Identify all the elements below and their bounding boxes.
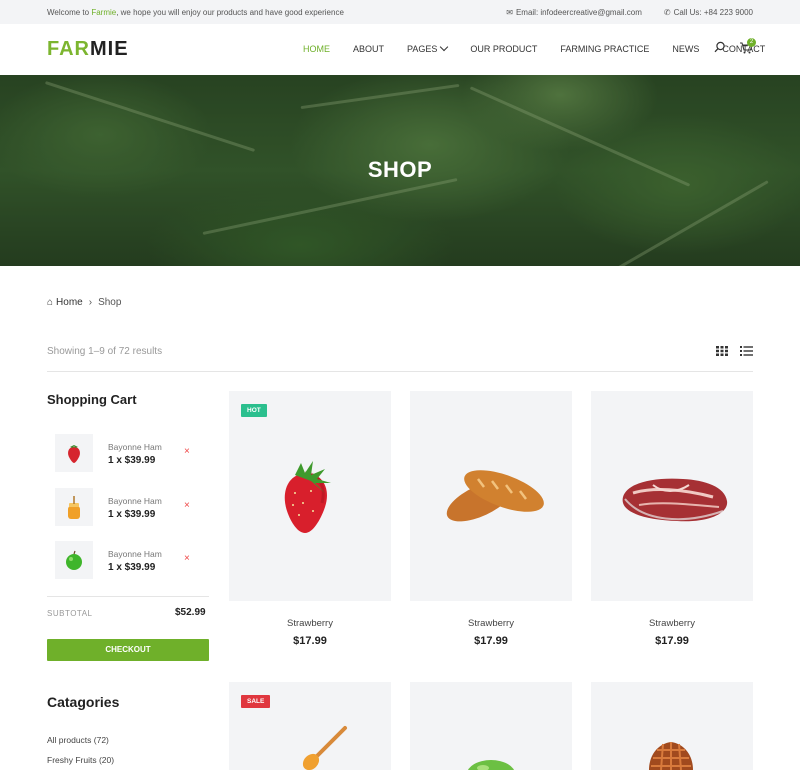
cart-item: Bayonne Ham 1 x $39.99 × bbox=[47, 541, 207, 581]
category-item[interactable]: Freshy Fruits (20) bbox=[47, 755, 114, 765]
breadcrumb-home[interactable]: Home bbox=[56, 297, 83, 308]
phone-icon: ✆ bbox=[663, 8, 671, 17]
product-price: $17.99 bbox=[293, 635, 327, 647]
nav-farming-practice[interactable]: FARMING PRACTICE bbox=[560, 44, 649, 54]
welcome-message: Welcome to Farmie, we hope you will enjo… bbox=[47, 8, 344, 17]
strawberry-icon bbox=[68, 445, 80, 463]
chevron-down-icon bbox=[440, 42, 449, 52]
grid-view-icon[interactable] bbox=[716, 346, 728, 356]
topbar: Welcome to Farmie, we hope you will enjo… bbox=[0, 0, 800, 24]
cart-item-thumbnail[interactable] bbox=[55, 434, 93, 472]
sale-badge: SALE bbox=[241, 695, 271, 708]
honey-dipper-image bbox=[302, 726, 347, 770]
nav-news[interactable]: NEWS bbox=[672, 44, 699, 54]
product-image[interactable] bbox=[410, 391, 572, 601]
breadcrumb-current: Shop bbox=[98, 297, 122, 308]
search-icon[interactable] bbox=[714, 41, 726, 53]
remove-icon[interactable]: × bbox=[184, 500, 190, 511]
product-name[interactable]: Strawberry bbox=[229, 618, 391, 629]
breadcrumb: ⌂ Home › Shop bbox=[47, 297, 121, 308]
bread-image bbox=[446, 470, 544, 522]
cart-item-name[interactable]: Bayonne Ham bbox=[108, 549, 162, 559]
product-name[interactable]: Strawberry bbox=[591, 618, 753, 629]
cart-item-thumbnail[interactable] bbox=[55, 541, 93, 579]
logo[interactable]: FARMIE bbox=[47, 38, 129, 61]
product-image[interactable] bbox=[229, 391, 391, 601]
email-info[interactable]: ✉ Email: infodeercreative@gmail.com bbox=[506, 8, 642, 17]
meat-image bbox=[622, 478, 728, 522]
chevron-right-icon: › bbox=[88, 297, 93, 308]
subtotal-label: SUBTOTAL bbox=[47, 609, 93, 618]
product-image[interactable] bbox=[591, 682, 753, 770]
subtotal-value: $52.99 bbox=[175, 607, 206, 618]
cart-item: Bayonne Ham 1 x $39.99 × bbox=[47, 434, 207, 474]
product-card: Strawberry $17.99 bbox=[410, 391, 572, 651]
cart-item-thumbnail[interactable] bbox=[55, 488, 93, 526]
strawberry-image bbox=[284, 461, 331, 533]
remove-icon[interactable]: × bbox=[184, 553, 190, 564]
cart-item: Bayonne Ham 1 x $39.99 × bbox=[47, 488, 207, 528]
hot-badge: HOT bbox=[241, 404, 267, 417]
product-name[interactable]: Strawberry bbox=[410, 618, 572, 629]
product-card: Strawberry $17.99 bbox=[591, 391, 753, 651]
cart-item-price: 1 x $39.99 bbox=[108, 562, 156, 573]
product-card bbox=[591, 682, 753, 770]
phone-info[interactable]: ✆ Call Us: +84 223 9000 bbox=[664, 8, 753, 17]
main-header: FARMIE HOME ABOUT PAGES OUR PRODUCT FARM… bbox=[0, 24, 800, 75]
product-card bbox=[410, 682, 572, 770]
product-image[interactable] bbox=[591, 391, 753, 601]
checkout-button[interactable]: CHECKOUT bbox=[47, 639, 209, 661]
product-price: $17.99 bbox=[655, 635, 689, 647]
nav-our-product[interactable]: OUR PRODUCT bbox=[470, 44, 537, 54]
contact-info: ✉ Email: infodeercreative@gmail.com ✆ Call… bbox=[506, 8, 753, 17]
nav-home[interactable]: HOME bbox=[303, 44, 330, 54]
remove-icon[interactable]: × bbox=[184, 446, 190, 457]
nav-about[interactable]: ABOUT bbox=[353, 44, 384, 54]
cart-item-price: 1 x $39.99 bbox=[108, 509, 156, 520]
category-item[interactable]: All products (72) bbox=[47, 735, 109, 745]
page-title: SHOP bbox=[367, 157, 433, 182]
honey-icon bbox=[68, 496, 80, 519]
product-price: $17.99 bbox=[474, 635, 508, 647]
categories-title: Catagories bbox=[47, 694, 120, 710]
cart-item-name[interactable]: Bayonne Ham bbox=[108, 496, 162, 506]
cart-count-badge: 2 bbox=[747, 38, 756, 47]
cart-item-name[interactable]: Bayonne Ham bbox=[108, 442, 162, 452]
product-card: SALE bbox=[229, 682, 391, 770]
waffle-image bbox=[649, 742, 693, 770]
shopping-cart-title: Shopping Cart bbox=[47, 392, 137, 407]
welcome-brand[interactable]: Farmie bbox=[91, 8, 116, 17]
product-card: HOT Strawberry $17.99 bbox=[229, 391, 391, 651]
divider bbox=[47, 596, 209, 597]
results-count: Showing 1–9 of 72 results bbox=[47, 346, 163, 357]
list-view-icon[interactable] bbox=[740, 346, 753, 356]
cart-item-price: 1 x $39.99 bbox=[108, 455, 156, 466]
envelope-icon: ✉ bbox=[506, 8, 513, 17]
apple-image bbox=[468, 760, 514, 770]
apple-icon bbox=[66, 550, 82, 570]
nav-pages[interactable]: PAGES bbox=[407, 42, 449, 54]
home-icon: ⌂ bbox=[47, 297, 54, 308]
hero-banner: SHOP bbox=[0, 75, 800, 266]
product-image[interactable] bbox=[410, 682, 572, 770]
divider bbox=[47, 371, 753, 372]
